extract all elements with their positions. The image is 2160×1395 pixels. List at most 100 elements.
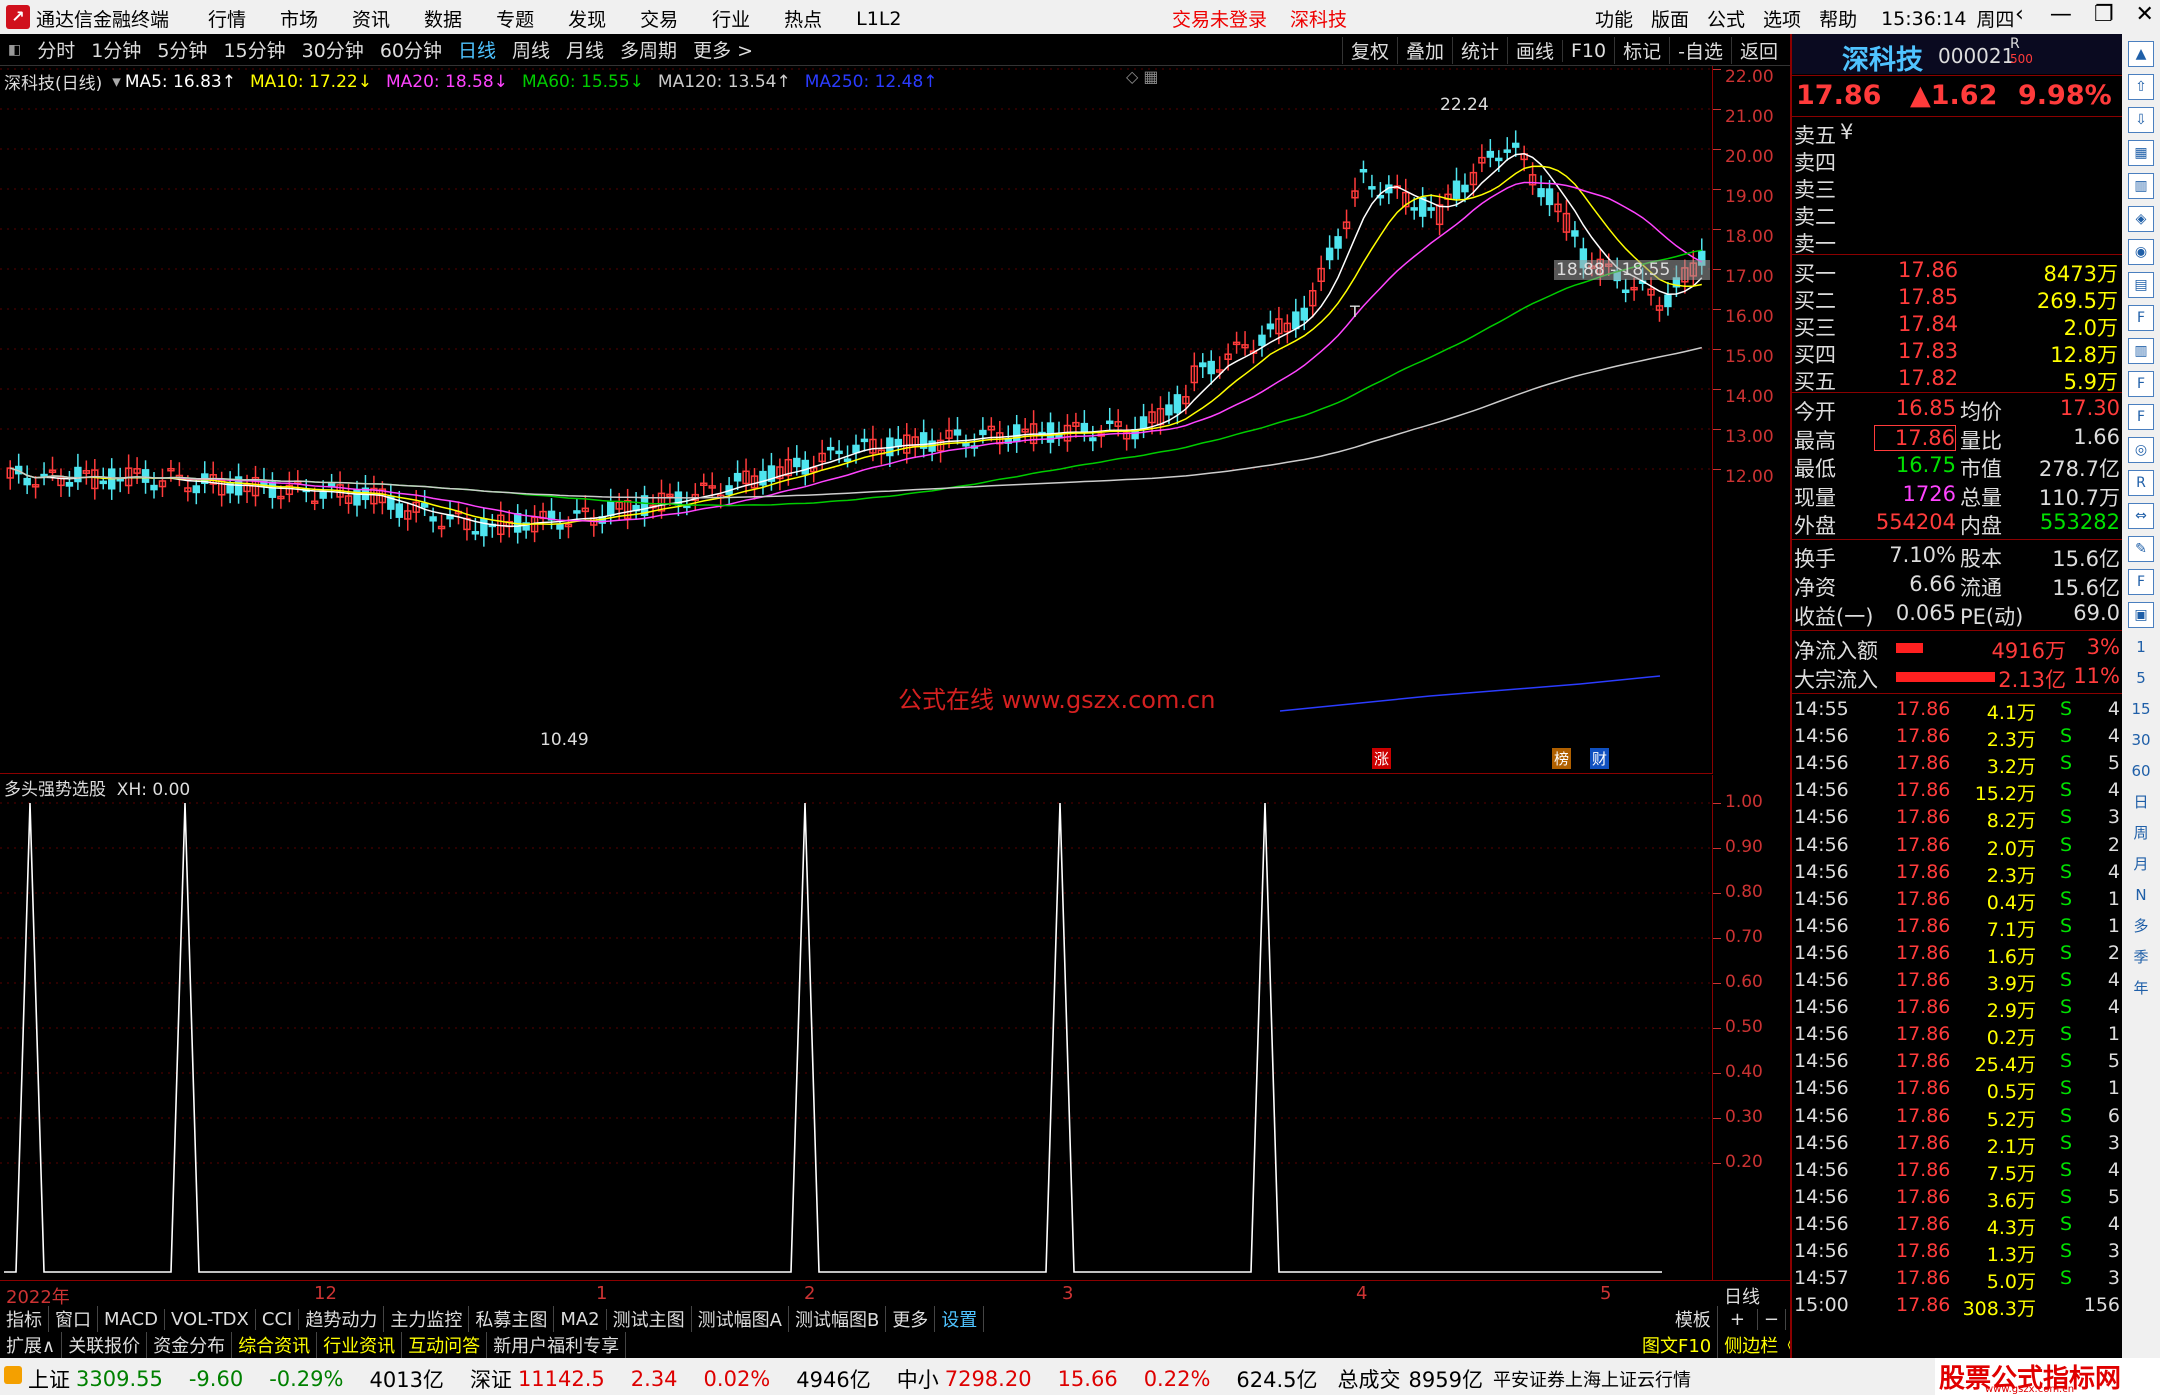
tab-period-more[interactable]: 更多 > [685,36,761,63]
side-tool-icon[interactable]: 月 [2128,852,2154,878]
side-tool-icon[interactable]: ⇧ [2128,74,2154,100]
tab-test-b[interactable]: 测试幅图B [789,1306,887,1332]
tab-new-user-benefit[interactable]: 新用户福利专享 [487,1332,627,1358]
menu-item-faxian[interactable]: 发现 [568,5,606,32]
stats-button[interactable]: 统计 [1451,37,1507,64]
tab-period-1min[interactable]: 1分钟 [83,36,149,63]
tab-zhuli[interactable]: 主力监控 [384,1306,470,1332]
remove-window-button[interactable]: − [1758,1308,1786,1330]
side-tool-icon[interactable]: ⇔ [2128,503,2154,529]
tab-macd[interactable]: MACD [98,1308,165,1330]
sz-label[interactable]: 深证 [470,1364,512,1394]
side-tool-icon[interactable]: ▣ [2128,602,2154,628]
menu-item-gongshi[interactable]: 公式 [1707,5,1745,32]
side-tool-icon[interactable]: ◎ [2128,437,2154,463]
tab-period-30min[interactable]: 30分钟 [294,36,372,63]
menu-item-bangzhu[interactable]: 帮助 [1819,5,1857,32]
tab-more[interactable]: 更多 [886,1306,936,1332]
tab-period-5min[interactable]: 5分钟 [149,36,215,63]
side-tool-icon[interactable]: F [2128,305,2154,331]
tab-cci[interactable]: CCI [256,1308,300,1330]
side-tool-icon[interactable]: ▤ [2128,272,2154,298]
side-tool-icon[interactable]: 季 [2128,945,2154,971]
tab-zhibiao[interactable]: 指标 [0,1306,49,1332]
menu-item-jiaoyi[interactable]: 交易 [640,5,678,32]
settings-diamond-icon[interactable]: ◇ ▦ [1126,67,1159,86]
tab-period-week[interactable]: 周线 [504,36,558,63]
template-button[interactable]: 模板 [1669,1306,1718,1332]
side-tool-icon[interactable]: ▥ [2128,173,2154,199]
side-tool-icon[interactable]: ▥ [2128,338,2154,364]
f10-button[interactable]: F10 [1562,39,1614,62]
menu-item-shuju[interactable]: 数据 [424,5,462,32]
side-tool-icon[interactable]: F [2128,371,2154,397]
return-button[interactable]: 返回 [1730,37,1786,64]
menu-item-l1l2[interactable]: L1L2 [856,8,901,30]
tab-period-60min[interactable]: 60分钟 [372,36,450,63]
menu-item-shichang[interactable]: 市场 [280,5,318,32]
restore-icon[interactable]: ❐ [2094,2,2114,27]
side-tool-icon[interactable]: R [2128,470,2154,496]
back-arrow-icon[interactable]: ‹ [2015,2,2024,27]
tab-chuangkou[interactable]: 窗口 [49,1306,98,1332]
f10-graphic-tab[interactable]: 图文F10 [1636,1332,1719,1358]
draw-line-button[interactable]: 画线 [1506,37,1562,64]
tab-period-multi[interactable]: 多周期 [612,36,685,63]
tab-fund-distribution[interactable]: 资金分布 [147,1332,233,1358]
zx-label[interactable]: 中小 [897,1364,939,1394]
side-tool-icon[interactable]: 日 [2128,790,2154,816]
sh-label[interactable]: 上证 [28,1364,70,1394]
tab-expand[interactable]: 扩展∧ [0,1332,63,1358]
side-tool-icon[interactable]: ▦ [2128,140,2154,166]
remove-watchlist-button[interactable]: -自选 [1669,37,1731,64]
side-tool-icon[interactable]: 60 [2128,759,2154,785]
tab-ma2[interactable]: MA2 [554,1308,607,1330]
menu-item-xuanxiang[interactable]: 选项 [1763,5,1801,32]
side-tool-icon[interactable]: 5 [2128,666,2154,692]
overlay-button[interactable]: 叠加 [1396,37,1452,64]
side-tool-icon[interactable]: 年 [2128,976,2154,1002]
side-tool-icon[interactable]: ◉ [2128,239,2154,265]
side-tool-icon[interactable]: F [2128,569,2154,595]
side-tool-icon[interactable]: ⇩ [2128,107,2154,133]
tab-period-day[interactable]: 日线 [450,36,504,63]
mark-button[interactable]: 标记 [1614,37,1669,64]
menu-item-redian[interactable]: 热点 [784,5,822,32]
close-icon[interactable]: ✕ [2136,2,2154,27]
menu-item-hangqing[interactable]: 行情 [208,5,246,32]
collapse-icon[interactable]: ◧ [0,42,29,58]
cai-flag[interactable]: 财 [1590,748,1610,769]
tab-related-quotes[interactable]: 关联报价 [62,1332,148,1358]
bang-flag[interactable]: 榜 [1552,748,1572,769]
menu-item-zhuanti[interactable]: 专题 [496,5,534,32]
side-tool-icon[interactable]: N [2128,883,2154,909]
side-tool-icon[interactable]: ▲ [2128,41,2154,67]
tab-period-month[interactable]: 月线 [558,36,612,63]
side-tool-icon[interactable]: ✎ [2128,536,2154,562]
menu-item-gongneng[interactable]: 功能 [1595,5,1633,32]
kline-chart[interactable]: 深科技(日线) ▾ MA5: 16.83↑ MA10: 17.22↓ MA20:… [0,66,1712,774]
tab-qa[interactable]: 互动问答 [402,1332,488,1358]
side-tool-icon[interactable]: 30 [2128,728,2154,754]
menu-item-zixun[interactable]: 资讯 [352,5,390,32]
side-tool-icon[interactable]: 周 [2128,821,2154,847]
menu-item-banmian[interactable]: 版面 [1651,5,1689,32]
tab-period-15min[interactable]: 15分钟 [215,36,293,63]
tab-vol-tdx[interactable]: VOL-TDX [165,1308,256,1330]
tab-news[interactable]: 综合资讯 [232,1332,318,1358]
tab-settings[interactable]: 设置 [935,1306,985,1332]
zhang-flag[interactable]: 涨 [1372,748,1392,769]
tab-test-a[interactable]: 测试幅图A [692,1306,789,1332]
side-tool-icon[interactable]: 1 [2128,635,2154,661]
menu-item-hangye[interactable]: 行业 [712,5,750,32]
add-window-button[interactable]: + [1718,1308,1758,1330]
tab-test-main[interactable]: 测试主图 [607,1306,692,1332]
fuquan-button[interactable]: 复权 [1341,37,1397,64]
tab-period-fenshi[interactable]: 分时 [29,36,83,63]
side-tool-icon[interactable]: ◈ [2128,206,2154,232]
status-icon[interactable] [4,1366,22,1384]
tab-simu[interactable]: 私募主图 [469,1306,555,1332]
trade-login-notice[interactable]: 交易未登录 [1172,5,1267,32]
minimize-icon[interactable]: — [2050,2,2072,27]
tab-qushi[interactable]: 趋势动力 [299,1306,385,1332]
